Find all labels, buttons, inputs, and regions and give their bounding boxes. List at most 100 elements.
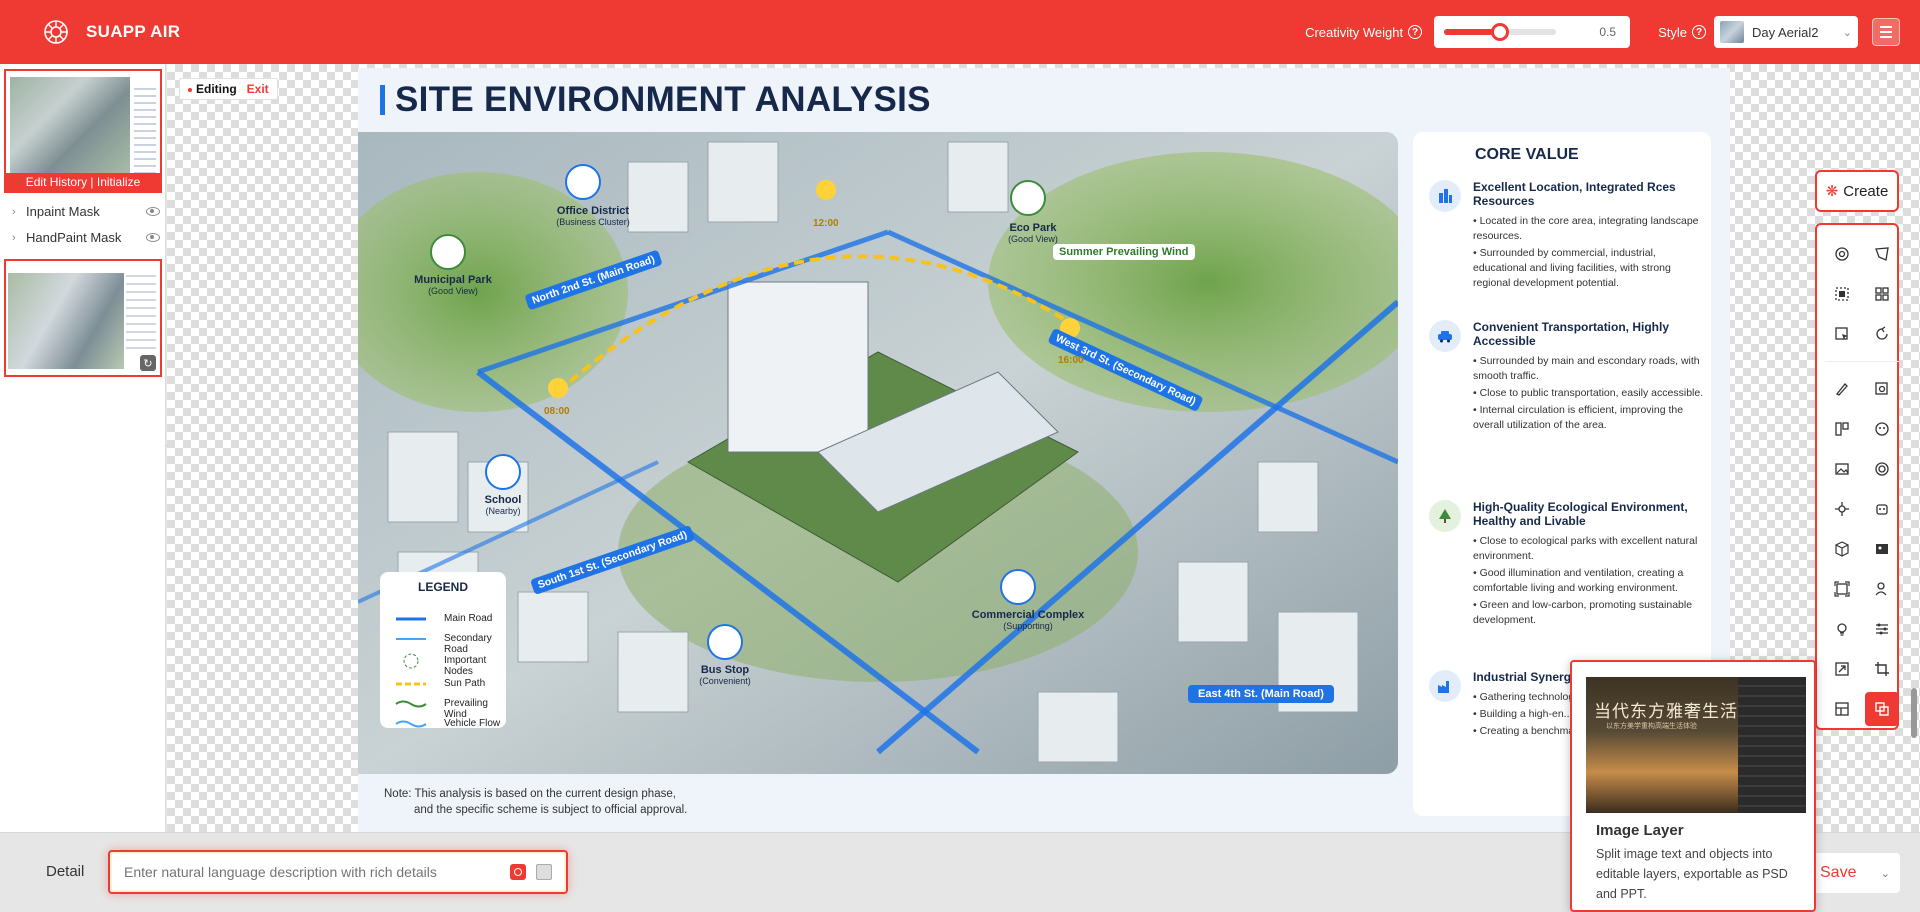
poster-note: Note: This analysis is based on the curr… <box>384 786 687 818</box>
app-logo[interactable]: SUAPP AIR <box>42 18 180 46</box>
eye-icon[interactable] <box>146 207 160 216</box>
poster-title: SITE ENVIRONMENT ANALYSIS <box>380 80 931 120</box>
core-value-bullet: • Located in the core area, integrating … <box>1473 215 1699 242</box>
lasso-icon[interactable] <box>1865 237 1899 271</box>
edit-history-bar[interactable]: Edit History | Initialize <box>6 173 160 191</box>
school-label: School (Nearby) <box>453 494 553 516</box>
core-value-heading: Convenient Transportation, Highly Access… <box>1473 320 1670 348</box>
image-layer-icon[interactable] <box>1865 692 1899 726</box>
upscale-icon[interactable] <box>1825 652 1859 686</box>
shopping-bag-icon <box>1000 569 1036 605</box>
creativity-weight-label: Creativity Weight ? <box>1305 25 1423 40</box>
help-icon[interactable]: ? <box>1408 25 1423 39</box>
attach-image-icon[interactable] <box>536 864 552 880</box>
map-label: Municipal Park <box>414 274 492 286</box>
legend-item: Vehicle Flow <box>444 718 501 729</box>
history-thumbnail-current[interactable]: ↻ <box>4 259 162 377</box>
record-dot <box>514 868 522 876</box>
thumbnail-image <box>8 273 124 369</box>
core-value-item: High-Quality Ecological Environment, Hea… <box>1429 500 1707 628</box>
sparkle-icon: ❋ <box>1825 183 1839 200</box>
face-swap-icon[interactable] <box>1865 412 1899 446</box>
refresh-icon[interactable] <box>1865 317 1899 351</box>
core-value-item: Convenient Transportation, Highly Access… <box>1429 320 1707 433</box>
image-icon[interactable] <box>1825 452 1859 486</box>
style-label: Style ? <box>1658 25 1706 40</box>
core-value-bullet: • Good illumination and ventilation, cre… <box>1473 567 1684 594</box>
refresh-icon[interactable]: ↻ <box>140 355 156 371</box>
hamburger-line <box>1880 36 1892 38</box>
map-sublabel: (Business Cluster) <box>556 217 630 227</box>
crop-icon[interactable] <box>1865 652 1899 686</box>
exit-button[interactable]: Exit <box>247 82 269 96</box>
detail-label: Detail <box>46 863 85 880</box>
core-value-heading: High-Quality Ecological Environment, Hea… <box>1473 500 1688 528</box>
voice-input-icon[interactable] <box>510 864 526 880</box>
layer-inpaint-mask[interactable]: › Inpaint Mask <box>12 204 160 219</box>
office-building-icon <box>565 164 601 200</box>
search-image-icon[interactable] <box>1865 372 1899 406</box>
sun-icon <box>548 378 568 398</box>
history-thumbnail-initial[interactable]: Edit History | Initialize <box>4 69 162 193</box>
lightbulb-icon[interactable] <box>1825 612 1859 646</box>
segment-icon[interactable] <box>1825 412 1859 446</box>
chevron-down-icon[interactable]: ⌄ <box>1881 867 1890 880</box>
style-thumbnail <box>1720 21 1744 43</box>
menu-button[interactable] <box>1872 18 1900 46</box>
grid-select-icon[interactable] <box>1865 277 1899 311</box>
slider-track[interactable] <box>1444 23 1557 41</box>
legend-item: Prevailing Wind <box>444 698 488 720</box>
person-edit-icon[interactable] <box>1865 572 1899 606</box>
layer-label: Inpaint Mask <box>26 204 100 219</box>
creativity-weight-slider[interactable]: 0.5 <box>1434 16 1631 48</box>
create-button[interactable]: ❋ Create <box>1815 170 1899 212</box>
style-dropdown[interactable]: Day Aerial2 ⌄ <box>1714 16 1858 48</box>
legend-item: Sun Path <box>444 678 486 689</box>
sun-icon <box>816 180 836 200</box>
detail-input[interactable] <box>124 864 494 880</box>
wind-label: Summer Prevailing Wind <box>1053 244 1195 260</box>
map-label: School <box>484 494 522 506</box>
core-value-bullet: • Surrounded by main and escondary roads… <box>1473 355 1700 382</box>
tree-icon <box>1429 500 1461 532</box>
app-name: SUAPP AIR <box>86 22 181 41</box>
note-line: and the specific scheme is subject to of… <box>414 804 688 816</box>
core-value-bullet: • Internal circulation is efficient, imp… <box>1473 404 1684 431</box>
image-edit-icon[interactable] <box>1865 532 1899 566</box>
school-icon <box>485 454 521 490</box>
layer-handpaint-mask[interactable]: › HandPaint Mask <box>12 230 160 245</box>
help-icon[interactable]: ? <box>1692 25 1706 39</box>
poster-image[interactable]: SITE ENVIRONMENT ANALYSIS Office Distric… <box>358 68 1730 832</box>
smart-select-icon[interactable] <box>1825 277 1859 311</box>
map-sublabel: (Supporting) <box>1003 621 1053 631</box>
east-road-label: East 4th St. (Main Road) <box>1188 685 1334 703</box>
gallery-icon[interactable] <box>1825 692 1859 726</box>
target-icon[interactable] <box>1825 237 1859 271</box>
chevron-right-icon[interactable]: › <box>12 206 26 218</box>
expand-icon[interactable] <box>1825 572 1859 606</box>
municipal-park-label: Municipal Park (Good View) <box>403 274 503 296</box>
detail-input-wrapper[interactable] <box>108 850 568 894</box>
hamburger-line <box>1880 31 1892 33</box>
cube-icon[interactable] <box>1825 532 1859 566</box>
slider-handle[interactable] <box>1491 23 1510 41</box>
map-label: Commercial Complex <box>971 609 1085 621</box>
brush-icon[interactable] <box>1825 372 1859 406</box>
chevron-right-icon[interactable]: › <box>12 232 26 244</box>
style-selected-value: Day Aerial2 <box>1752 24 1819 40</box>
adjust-icon[interactable] <box>1865 612 1899 646</box>
style-text: Style <box>1658 24 1687 40</box>
cursor-select-icon[interactable] <box>1825 317 1859 351</box>
robot-icon[interactable] <box>1865 492 1899 526</box>
logo-icon <box>44 20 68 44</box>
map-label: Eco Park <box>1009 222 1057 234</box>
legend-item: Main Road <box>444 613 493 624</box>
create-label: Create <box>1843 182 1889 200</box>
eye-icon[interactable] <box>146 233 160 242</box>
node-icon[interactable] <box>1825 492 1859 526</box>
legend-title: LEGEND <box>417 580 468 594</box>
aperture-icon[interactable] <box>1865 452 1899 486</box>
site-map-illustration <box>358 132 1398 774</box>
side-scrollbar[interactable] <box>1911 688 1917 738</box>
history-panel: Edit History | Initialize › Inpaint Mask… <box>0 64 166 832</box>
